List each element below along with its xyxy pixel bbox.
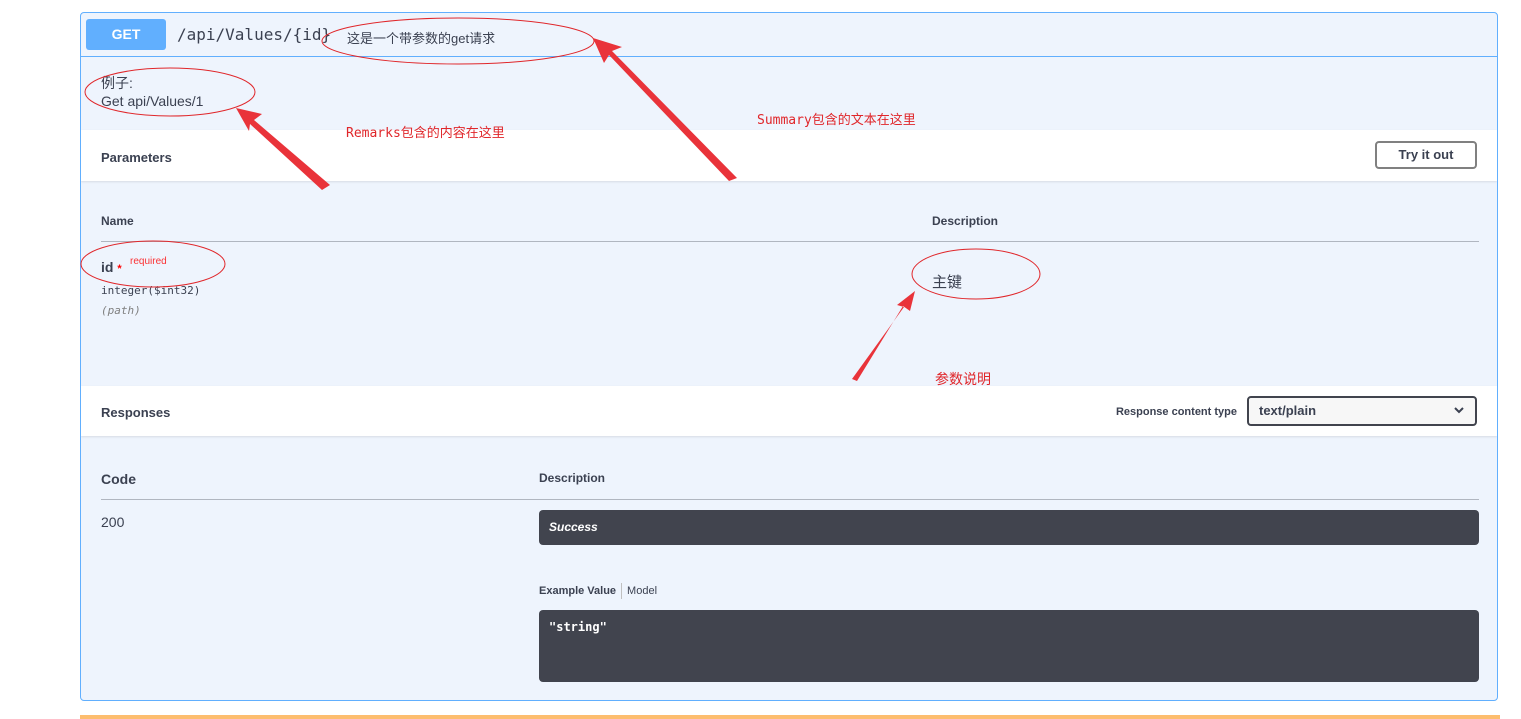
operation-summary-bar[interactable]: GET /api/Values/{id} 这是一个带参数的get请求: [81, 13, 1497, 57]
param-required-label: required: [130, 256, 167, 267]
operation-remarks: 例子: Get api/Values/1: [101, 74, 203, 110]
example-value-code: "string": [539, 610, 1479, 682]
next-operation-border: [80, 715, 1500, 719]
responses-title: Responses: [101, 405, 171, 420]
remarks-line-2: Get api/Values/1: [101, 93, 204, 109]
parameters-title: Parameters: [101, 150, 172, 165]
chevron-down-icon: [1453, 398, 1465, 433]
parameters-header: Parameters Try it out: [81, 130, 1497, 181]
response-description: Success: [539, 510, 1479, 545]
parameters-col-description: Description: [932, 214, 999, 228]
response-code: 200: [101, 514, 125, 530]
responses-header: Responses Response content type text/pla…: [81, 386, 1497, 436]
response-content-type-select[interactable]: text/plain: [1247, 396, 1477, 426]
param-type: integer($int32): [101, 284, 201, 297]
annotation-summary-note: Summary包含的文本在这里: [757, 113, 916, 128]
try-it-out-button[interactable]: Try it out: [1375, 141, 1477, 169]
response-content-type-label: Response content type: [1115, 406, 1237, 418]
parameters-divider: [101, 241, 1479, 242]
responses-col-description: Description: [539, 471, 606, 485]
example-tabs: Example Value Model: [539, 583, 657, 599]
param-name: id *: [101, 259, 122, 275]
tab-example-value[interactable]: Example Value: [539, 585, 616, 597]
param-description: 主键: [932, 274, 963, 291]
tab-separator: [621, 583, 623, 599]
operation-path: /api/Values/{id}: [177, 25, 332, 44]
param-location: (path): [101, 304, 141, 317]
parameters-col-name: Name: [101, 214, 134, 228]
responses-divider: [101, 499, 1479, 500]
responses-col-code: Code: [101, 471, 136, 487]
tab-model[interactable]: Model: [627, 585, 657, 597]
response-content-type-value: text/plain: [1259, 403, 1317, 418]
annotation-param-note: 参数说明: [935, 371, 991, 387]
annotation-remarks-note: Remarks包含的内容在这里: [346, 126, 505, 141]
operation-summary: 这是一个带参数的get请求: [347, 31, 496, 46]
remarks-line-1: 例子:: [101, 75, 133, 91]
http-method-badge: GET: [86, 19, 166, 50]
